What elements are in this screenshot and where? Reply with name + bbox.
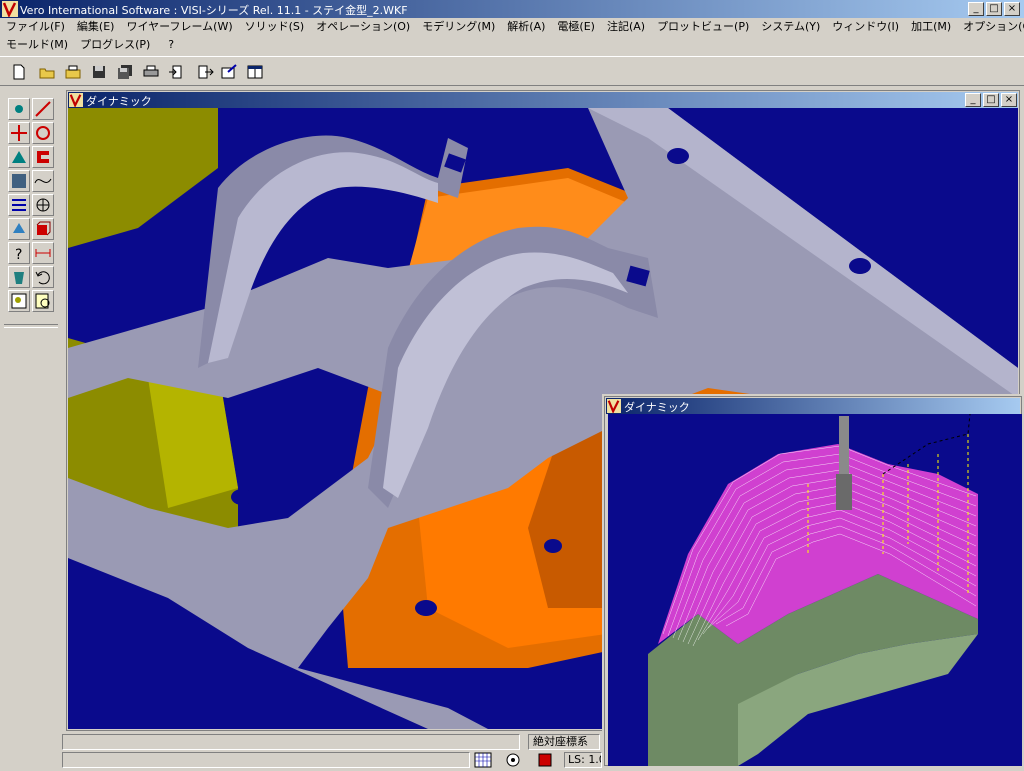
save-icon[interactable] <box>90 63 108 81</box>
open-folder-icon[interactable] <box>38 63 56 81</box>
main-view-title-bar[interactable]: ダイナミック _ □ × <box>68 92 1018 108</box>
prompt-field <box>62 752 470 768</box>
open-project-icon[interactable] <box>64 63 82 81</box>
menu-file[interactable]: ファイル(F) <box>0 18 71 36</box>
menu-bar: ファイル(F) 編集(E) ワイヤーフレーム(W) ソリッド(S) オペレーショ… <box>0 18 1024 36</box>
menu-options[interactable]: オプション(O) <box>957 18 1024 36</box>
stop-icon[interactable] <box>536 752 554 768</box>
print-icon[interactable] <box>142 63 160 81</box>
layout-icon[interactable] <box>246 63 264 81</box>
menu-help[interactable]: ? <box>156 36 180 54</box>
zoom-window-icon[interactable] <box>8 290 30 312</box>
curve-tool-icon[interactable] <box>32 170 54 192</box>
menu-system[interactable]: システム(Y) <box>755 18 826 36</box>
menu-plotview[interactable]: プロットビュー(P) <box>651 18 755 36</box>
point-tool-icon[interactable] <box>8 98 30 120</box>
app-title-bar: Vero International Software : VISI-シリーズ … <box>0 0 1024 18</box>
menu-operation[interactable]: オペレーション(O) <box>310 18 416 36</box>
menu-machining[interactable]: 加工(M) <box>905 18 957 36</box>
dimension-tool-icon[interactable] <box>32 242 54 264</box>
undo-tool-icon[interactable] <box>32 266 54 288</box>
vero-logo-icon <box>2 1 18 17</box>
ls-value: LS: 1.0 <box>564 752 602 768</box>
toolpath-viewport[interactable] <box>608 414 1022 766</box>
tool-palette: ? <box>4 94 58 330</box>
close-button[interactable]: × <box>1004 2 1020 16</box>
paint-tool-icon[interactable] <box>8 218 30 240</box>
menu-electrode[interactable]: 電極(E) <box>551 18 601 36</box>
sub-view-title: ダイナミック <box>624 401 690 414</box>
sub-view-title-bar[interactable]: ダイナミック <box>606 398 1020 414</box>
view-control-icon[interactable] <box>504 752 522 768</box>
menu-bar-row2: モールド(M) プログレス(P) ? <box>0 36 180 54</box>
menu-analysis[interactable]: 解析(A) <box>501 18 551 36</box>
vero-logo-icon <box>607 399 621 413</box>
menu-edit[interactable]: 編集(E) <box>71 18 121 36</box>
save-all-icon[interactable] <box>116 63 134 81</box>
solid-tool-icon[interactable] <box>32 194 54 216</box>
delete-tool-icon[interactable] <box>8 266 30 288</box>
coord-mode-display[interactable]: 絶対座標系 <box>528 734 600 750</box>
app-title: Vero International Software : VISI-シリーズ … <box>20 4 408 17</box>
svg-text:?: ? <box>15 247 22 263</box>
grid-snap-icon[interactable] <box>474 752 492 768</box>
menu-window[interactable]: ウィンドウ(I) <box>826 18 905 36</box>
maximize-button[interactable]: □ <box>986 2 1002 16</box>
view-minimize-button[interactable]: _ <box>965 93 981 107</box>
view-maximize-button[interactable]: □ <box>983 93 999 107</box>
circle-tool-icon[interactable] <box>32 122 54 144</box>
help-tool-icon[interactable]: ? <box>8 242 30 264</box>
toolpath-simulation <box>648 414 978 766</box>
profile-tool-icon[interactable] <box>32 146 54 168</box>
export-icon[interactable] <box>196 63 214 81</box>
box-tool-icon[interactable] <box>32 218 54 240</box>
transform-tool-icon[interactable] <box>8 146 30 168</box>
move-tool-icon[interactable] <box>8 122 30 144</box>
menu-solid[interactable]: ソリッド(S) <box>239 18 311 36</box>
line-tool-icon[interactable] <box>32 98 54 120</box>
properties-icon[interactable] <box>220 63 238 81</box>
import-icon[interactable] <box>168 63 186 81</box>
minimize-button[interactable]: _ <box>968 2 984 16</box>
zoom-all-icon[interactable] <box>32 290 54 312</box>
view-close-button[interactable]: × <box>1001 93 1017 107</box>
menu-modeling[interactable]: モデリング(M) <box>416 18 501 36</box>
menu-mold[interactable]: モールド(M) <box>0 36 74 54</box>
new-file-icon[interactable] <box>10 63 28 81</box>
main-view-title: ダイナミック <box>86 95 152 108</box>
message-field <box>62 734 520 750</box>
menu-annotation[interactable]: 注記(A) <box>601 18 651 36</box>
menu-progress[interactable]: プログレス(P) <box>74 36 156 54</box>
sub-view-window: ダイナミック <box>602 394 1024 768</box>
standard-toolbar <box>0 56 1024 86</box>
vero-logo-icon <box>69 93 83 107</box>
layer-tool-icon[interactable] <box>8 194 30 216</box>
menu-wireframe[interactable]: ワイヤーフレーム(W) <box>120 18 238 36</box>
palette-divider <box>4 324 58 328</box>
image-tool-icon[interactable] <box>8 170 30 192</box>
